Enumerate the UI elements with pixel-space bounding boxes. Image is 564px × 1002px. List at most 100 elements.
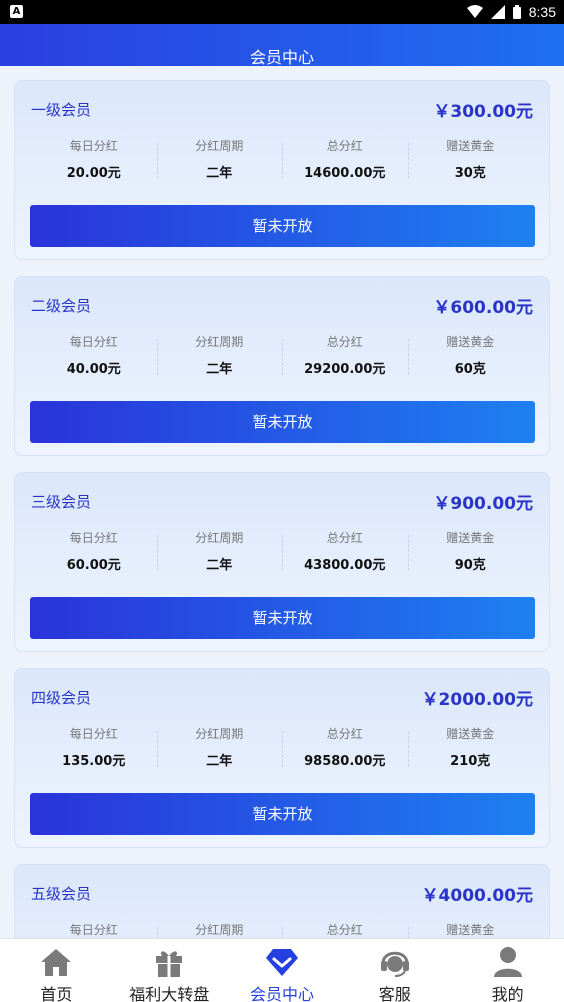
not-open-button[interactable]: 暂未开放 [30,401,535,443]
tab-icon-wrap [338,945,451,979]
user-icon [493,947,522,977]
stat-daily: 每日分红 60.00元 [31,529,157,579]
stat-label: 每日分红 [69,923,118,937]
stat-label: 每日分红 [69,531,118,545]
diamond-icon [265,949,298,976]
membership-card-level-5: 五级会员 ￥4000.00元 每日分红 分红周期 总分红 赠送黄金 [14,864,550,938]
stat-label: 每日分红 [69,139,118,153]
stat-daily: 每日分红 [31,921,157,938]
stat-period: 分红周期 二年 [156,529,283,579]
membership-card-level-2: 二级会员 ￥600.00元 每日分红 40.00元 分红周期二年 总分红 29200… [14,276,550,456]
stat-label: 分红周期 [195,335,244,349]
card-title: 五级会员 [31,885,92,903]
stat-value: 二年 [206,362,233,377]
stat-label: 每日分红 [69,335,118,349]
tab-label: 客服 [378,985,411,1002]
stat-label: 总分红 [326,727,363,741]
card-price: ￥300.00元 [433,102,533,122]
stat-value: 20.00元 [66,166,121,181]
card-title: 三级会员 [31,493,92,511]
tab-label: 我的 [491,985,524,1002]
status-bar: A 8:35 [0,0,564,24]
tab-label: 会员中心 [249,985,314,1002]
stat-daily: 每日分红 40.00元 [31,333,157,383]
stat-total: 总分红 43800.00元 [282,529,408,579]
stat-value: 60克 [454,362,486,377]
card-stats: 每日分红 40.00元 分红周期二年 总分红 29200.00元 赠送黄金 60克 [31,333,533,383]
stat-daily: 每日分红 135.00元 [31,725,157,775]
tab-customer-service[interactable]: 客服 [338,939,451,1002]
page-header: 会员中心 [0,24,564,67]
stat-label: 总分红 [326,139,363,153]
card-price: ￥600.00元 [433,298,533,318]
stat-label: 总分红 [326,335,363,349]
stat-label: 总分红 [326,531,363,545]
tab-icon-wrap [0,945,113,979]
stat-value: 二年 [206,166,233,181]
tab-profile[interactable]: 我的 [451,939,564,1002]
stat-label: 赠送黄金 [446,923,495,937]
not-open-button[interactable]: 暂未开放 [30,793,535,835]
stat-value: 43800.00元 [304,558,386,573]
stat-value: 60.00元 [66,558,121,573]
stat-value: 40.00元 [66,362,121,377]
membership-list[interactable]: 一级会员 ￥300.00元 每日分红 20.00元 分红周期 二年 总分红 14600… [0,66,564,938]
signal-icon [490,5,505,19]
headset-icon [380,951,409,977]
status-icons: 8:35 [466,0,556,24]
stat-value: 135.00元 [62,754,126,769]
stat-value: 90克 [454,558,486,573]
stat-label: 赠送黄金 [446,727,495,741]
card-title: 四级会员 [31,689,92,707]
stat-value: 98580.00元 [304,754,386,769]
tab-membership-center[interactable]: 会员中心 [226,939,339,1002]
stat-period: 分红周期 二年 [156,333,283,383]
stat-gold: 赠送黄金 30克 [407,137,534,187]
battery-icon [512,5,521,19]
stat-label: 分红周期 [195,531,244,545]
card-title: 一级会员 [31,101,92,119]
stat-value: 14600.00元 [304,166,386,181]
stat-period: 分红周期 [156,921,283,938]
stat-label: 分红周期 [195,923,244,937]
home-icon [41,949,72,976]
stat-label: 分红周期 [195,727,244,741]
tab-label: 福利大转盘 [129,985,210,1002]
stat-label: 每日分红 [69,727,118,741]
card-price: ￥900.00元 [433,494,533,514]
stat-label: 分红周期 [195,139,244,153]
stat-total: 总分红 98580.00元 [282,725,408,775]
stat-value: 二年 [206,754,233,769]
stat-value: 30克 [454,166,486,181]
not-open-button[interactable]: 暂未开放 [30,597,535,639]
stat-period: 分红周期 二年 [156,137,283,187]
wifi-icon [466,5,483,18]
tab-icon-wrap [451,945,564,979]
gift-icon [156,951,183,977]
stat-gold: 赠送黄金 210克 [407,725,534,775]
stat-label: 总分红 [326,923,363,937]
tab-icon-wrap [226,945,339,979]
stat-total: 总分红 [282,921,408,938]
tab-label: 首页 [40,985,73,1002]
tab-icon-wrap [113,945,226,979]
tab-lucky-wheel[interactable]: 福利大转盘 [113,939,226,1002]
stat-value: 29200.00元 [304,362,386,377]
card-title: 二级会员 [31,297,92,315]
page-title: 会员中心 [249,48,314,67]
clock: 8:35 [528,4,556,20]
card-stats: 每日分红 分红周期 总分红 赠送黄金 [31,921,533,938]
stat-value: 二年 [206,558,233,573]
not-open-button[interactable]: 暂未开放 [30,205,535,247]
bottom-tab-bar: 首页 福利大转盘 会员中心 客服 我的 [0,938,564,1002]
stat-daily: 每日分红 20.00元 [31,137,157,187]
stat-period: 分红周期 二年 [156,725,283,775]
stat-total: 总分红 14600.00元 [282,137,408,187]
membership-card-level-1: 一级会员 ￥300.00元 每日分红 20.00元 分红周期二年 总分红 14600… [14,80,550,260]
stat-label: 赠送黄金 [446,335,495,349]
stat-gold: 赠送黄金 [407,921,534,938]
stat-total: 总分红 29200.00元 [282,333,408,383]
stat-gold: 赠送黄金 90克 [407,529,534,579]
card-price: ￥4000.00元 [421,886,533,906]
tab-home[interactable]: 首页 [0,939,113,1002]
